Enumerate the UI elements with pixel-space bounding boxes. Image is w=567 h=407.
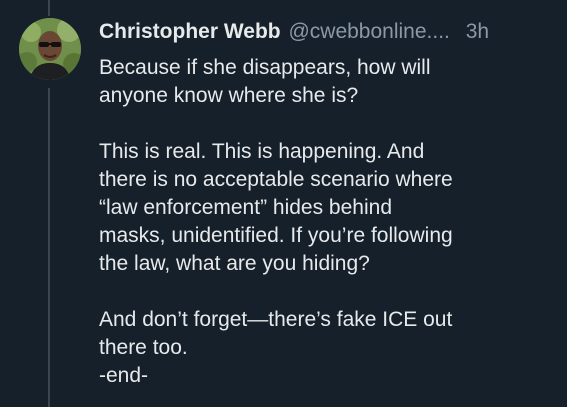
author-handle[interactable]: @cwebbonline.... <box>288 20 449 43</box>
post-paragraph: And don’t forget—there’s fake ICE out th… <box>99 308 453 387</box>
thread-line-top <box>48 0 50 16</box>
avatar[interactable] <box>19 18 81 80</box>
post-paragraph: Because if she disappears, how will anyo… <box>99 56 431 107</box>
post-paragraph: This is real. This is happening. And the… <box>99 140 453 275</box>
post-body: Because if she disappears, how will anyo… <box>99 54 554 390</box>
author-name[interactable]: Christopher Webb <box>99 20 281 43</box>
post-header: Christopher Webb @cwebbonline.... 3h <box>99 18 489 46</box>
post-time[interactable]: 3h <box>466 20 489 43</box>
profile-photo-icon <box>19 18 81 80</box>
post: Christopher Webb @cwebbonline.... 3h Bec… <box>0 0 567 407</box>
thread-line <box>48 88 50 407</box>
